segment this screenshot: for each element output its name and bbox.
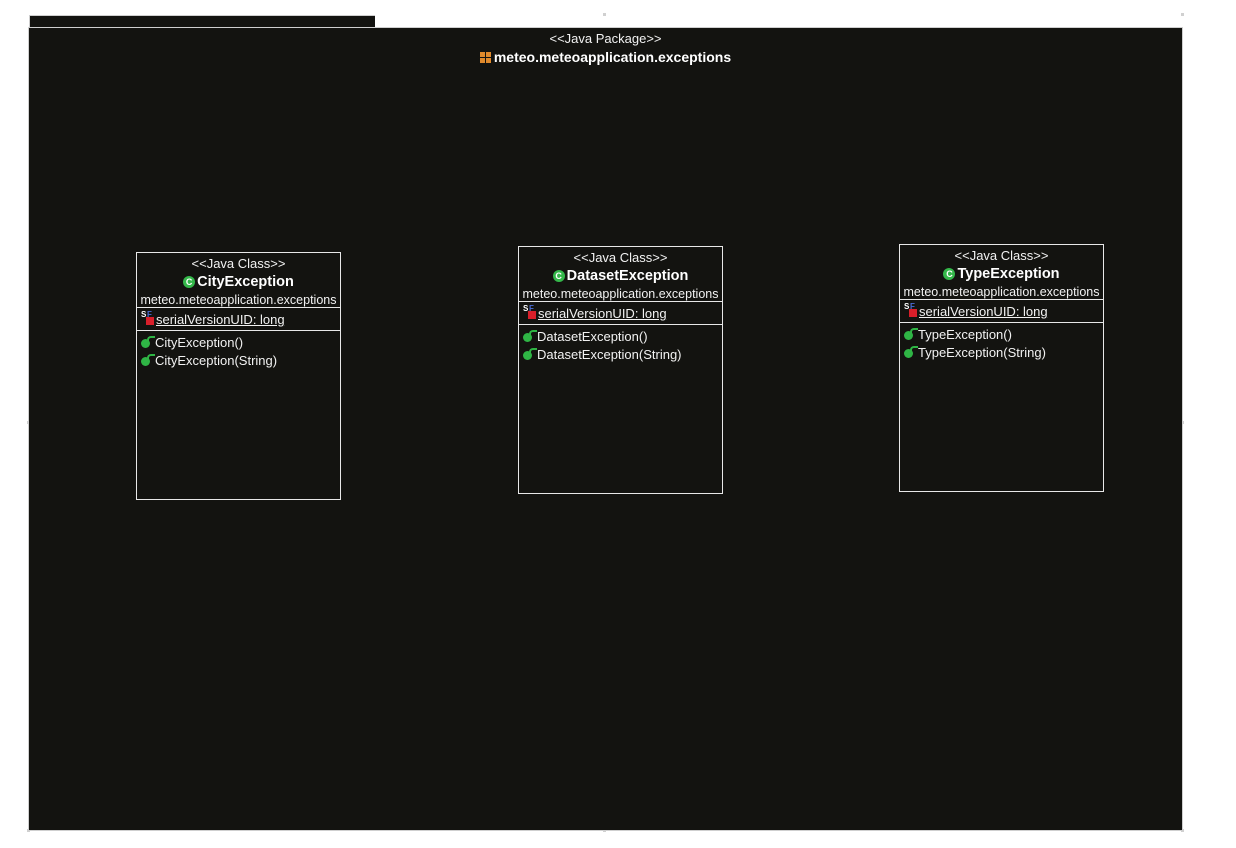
operation-text: CityException(String) [155,353,278,368]
static-final-field-icon: SF [523,304,538,320]
package-name: meteo.meteoapplication.exceptions [493,49,732,65]
class-title-row: C CityException [137,272,340,292]
package-icon [479,52,491,63]
class-operations: TypeException() TypeException(String) [900,323,1103,362]
class-package: meteo.meteoapplication.exceptions [903,285,1100,299]
operation-row: DatasetException() [523,328,722,346]
resize-handle-top-right[interactable] [1181,13,1184,16]
class-box-type-exception[interactable]: <<Java Class>> C TypeException meteo.mete… [899,244,1104,492]
operation-row: TypeException(String) [904,344,1103,362]
class-attributes: S FserialVersionUID: long [519,302,722,325]
class-operations: DatasetException() DatasetException(Stri… [519,325,722,364]
class-header: <<Java Class>> C CityException meteo.mete… [137,253,340,308]
public-method-icon [141,336,155,348]
static-final-field-icon: SF [141,310,156,326]
class-name: CityException [197,274,294,290]
package-title-row: meteo.meteoapplication.exceptions [29,49,1182,65]
attribute-text: serialVersionUID: long [538,306,667,321]
operation-row: DatasetException(String) [523,346,722,364]
static-final-field-icon: SF [904,302,919,318]
class-box-dataset-exception[interactable]: <<Java Class>> C DatasetException meteo.m… [518,246,723,494]
class-header: <<Java Class>> C TypeException meteo.mete… [900,245,1103,300]
class-stereotype: <<Java Class>> [573,250,668,265]
class-name: TypeException [957,266,1060,282]
resize-handle-top-center[interactable] [603,13,606,16]
public-method-icon [141,354,155,366]
class-icon: C [943,268,956,280]
operation-row: CityException(String) [141,352,340,370]
attribute-text: serialVersionUID: long [156,312,285,327]
class-title-row: C TypeException [900,264,1103,284]
class-package: meteo.meteoapplication.exceptions [522,287,719,301]
operation-text: TypeException() [918,327,1012,342]
class-stereotype: <<Java Class>> [191,256,286,271]
class-stereotype: <<Java Class>> [954,248,1049,263]
class-header: <<Java Class>> C DatasetException meteo.m… [519,247,722,302]
class-icon: C [552,270,565,282]
attribute-text: serialVersionUID: long [919,304,1048,319]
operation-text: DatasetException() [537,329,648,344]
operation-row: CityException() [141,334,340,352]
public-method-icon [904,346,918,358]
class-title-row: C DatasetException [519,266,722,286]
operation-text: DatasetException(String) [537,347,682,362]
public-method-icon [523,330,537,342]
public-method-icon [523,348,537,360]
class-attributes: S FserialVersionUID: long [900,300,1103,323]
class-package: meteo.meteoapplication.exceptions [140,293,337,307]
operation-text: TypeException(String) [918,345,1046,360]
class-operations: CityException() CityException(String) [137,331,340,370]
class-attributes: S FserialVersionUID: long [137,308,340,331]
package-stereotype: <<Java Package>> [549,31,662,46]
class-name: DatasetException [566,268,689,284]
operation-text: CityException() [155,335,244,350]
class-icon: C [183,276,196,288]
class-box-city-exception[interactable]: <<Java Class>> C CityException meteo.mete… [136,252,341,500]
public-method-icon [904,328,918,340]
operation-row: TypeException() [904,326,1103,344]
